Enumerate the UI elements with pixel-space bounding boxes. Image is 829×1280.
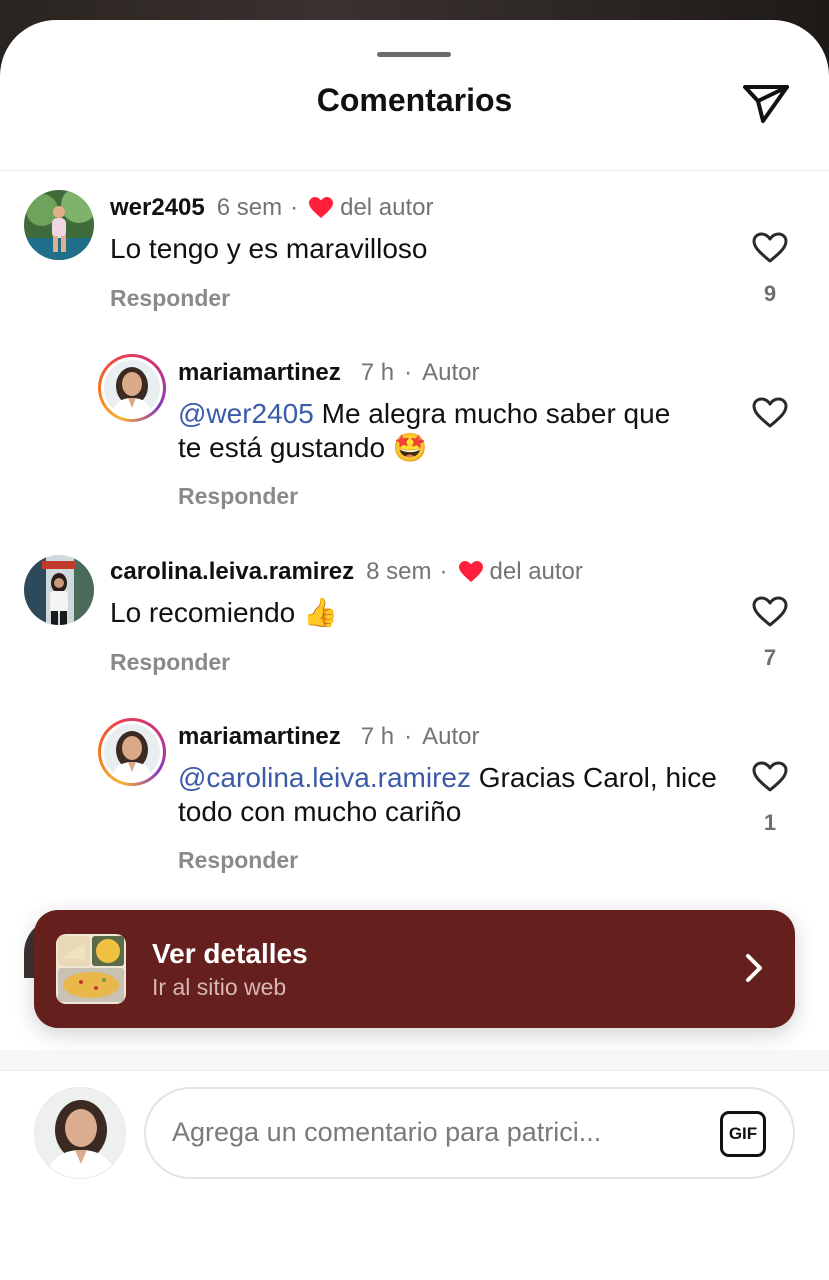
reply-button[interactable]: Responder: [110, 285, 230, 312]
comment-text: Lo recomiendo 👍: [110, 597, 338, 628]
like-count: 1: [763, 810, 777, 835]
product-thumbnail: [56, 934, 126, 1004]
comment-input-placeholder: Agrega un comentario para patrici...: [172, 1117, 602, 1147]
comment-input[interactable]: Agrega un comentario para patrici... GIF: [144, 1087, 795, 1179]
like-control[interactable]: 1: [750, 761, 790, 836]
heart-outline-icon[interactable]: [752, 596, 788, 628]
comment-text: Lo tengo y es maravilloso: [110, 233, 428, 264]
reply-button[interactable]: Responder: [110, 649, 230, 676]
author-badge: Autor: [422, 723, 480, 750]
mention-link[interactable]: @carolina.leiva.ramirez: [178, 762, 471, 793]
username[interactable]: carolina.leiva.ramirez: [110, 558, 354, 586]
comment-composer: Agrega un comentario para patrici... GIF: [0, 1070, 829, 1260]
username[interactable]: mariamartinez: [178, 723, 341, 751]
drag-handle[interactable]: [377, 52, 451, 57]
view-details-banner[interactable]: Ver detalles Ir al sitio web: [34, 910, 795, 1028]
story-ring[interactable]: [98, 354, 166, 422]
story-ring[interactable]: [98, 718, 166, 786]
separator-dot: ·: [404, 723, 413, 750]
star-struck-emoji: 🤩: [392, 432, 428, 463]
username[interactable]: wer2405: [110, 194, 205, 222]
username[interactable]: mariamartinez: [178, 359, 341, 387]
separator-dot: ·: [404, 359, 413, 386]
gif-button[interactable]: GIF: [720, 1111, 766, 1157]
current-user-avatar: [34, 1087, 126, 1179]
comment-text: @wer2405 Me alegra mucho saber que te es…: [178, 398, 671, 463]
like-control[interactable]: 9: [750, 232, 790, 307]
like-count: 9: [763, 281, 777, 306]
chevron-right-icon[interactable]: [740, 950, 768, 986]
share-button[interactable]: [738, 78, 794, 128]
timestamp: 7 h: [360, 359, 395, 386]
thumbs-up-emoji: 👍: [303, 597, 338, 628]
sheet-title: Comentarios: [316, 82, 513, 118]
paper-plane-icon: [743, 85, 789, 123]
timestamp: 6 sem: [216, 194, 283, 221]
banner-title: Ver detalles: [152, 938, 308, 969]
liked-by-author-label: del autor: [489, 558, 583, 585]
liked-by-author-label: del autor: [340, 194, 434, 221]
author-badge: Autor: [422, 359, 480, 386]
heart-outline-icon[interactable]: [752, 232, 788, 264]
comment-text: @carolina.leiva.ramirez Gracias Carol, h…: [178, 762, 717, 827]
timestamp: 7 h: [360, 723, 395, 750]
timestamp: 8 sem: [366, 558, 432, 585]
reply-button[interactable]: Responder: [178, 847, 298, 874]
reply-button[interactable]: Responder: [178, 483, 298, 510]
heart-filled-icon: [308, 196, 334, 220]
like-count: 7: [763, 645, 777, 670]
like-control[interactable]: 7: [750, 596, 790, 671]
banner-subtitle: Ir al sitio web: [152, 974, 287, 1000]
separator-dot: ·: [290, 194, 299, 221]
heart-outline-icon[interactable]: [752, 761, 788, 793]
heart-filled-icon: [458, 560, 484, 584]
separator-dot: ·: [439, 558, 448, 585]
list-fade: [0, 1050, 829, 1070]
like-control[interactable]: [750, 397, 790, 434]
heart-outline-icon[interactable]: [752, 397, 788, 429]
avatar[interactable]: [24, 555, 94, 625]
header-divider: [0, 170, 829, 171]
avatar: [104, 360, 160, 416]
avatar: [104, 724, 160, 780]
avatar[interactable]: [24, 190, 94, 260]
mention-link[interactable]: @wer2405: [178, 398, 314, 429]
